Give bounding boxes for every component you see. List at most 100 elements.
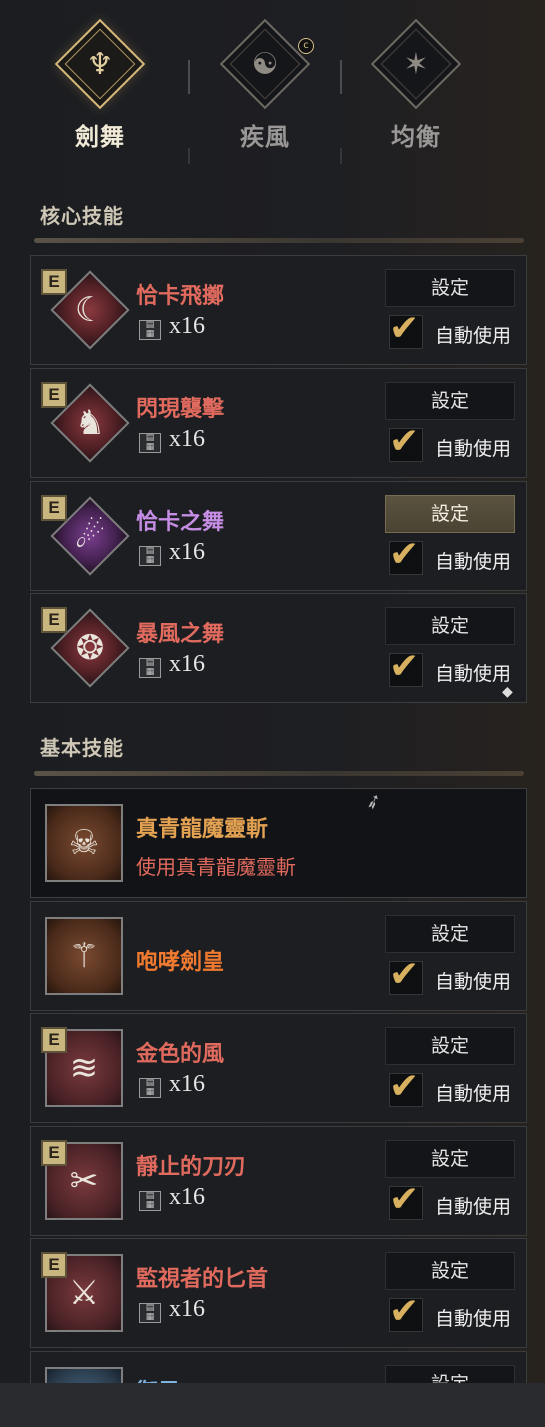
auto-use-label: 自動使用 xyxy=(435,663,512,685)
tab-label: 疾風 xyxy=(240,123,290,151)
item-count-icon: ▤ ▦ xyxy=(139,1191,161,1211)
skill-card: ≋ E 金色的風 ▤ ▦ x16 設定 ✔ 自動使用 xyxy=(30,1013,527,1123)
skill-name: 監視者的匕首 xyxy=(136,1267,269,1292)
skill-card: ⚔ E 監視者的匕首 ▤ ▦ x16 設定 ✔ 自動使用 xyxy=(30,1238,527,1348)
checkmark-icon: ✔ xyxy=(389,1179,420,1220)
skill-card: ☠ 真青龍魔靈斬 使用真青龍魔靈斬 ➶ xyxy=(30,786,527,898)
set-button[interactable]: 設定 xyxy=(385,1252,515,1290)
set-button[interactable]: 設定 xyxy=(385,269,515,307)
equip-badge: E xyxy=(41,495,67,521)
set-button[interactable]: 設定 xyxy=(385,382,515,420)
emblem-glyph: ☯ xyxy=(251,47,279,82)
panel-bottom-bar xyxy=(0,1383,545,1427)
set-button[interactable]: 設定 xyxy=(385,1027,515,1065)
item-count-icon: ▤ ▦ xyxy=(139,433,161,453)
count-value: x16 xyxy=(169,313,205,339)
skill-name: 恰卡飛擲 xyxy=(136,284,225,309)
feather-icon: ➶ xyxy=(361,786,386,816)
skill-name: 恰卡之舞 xyxy=(136,510,225,535)
skill-name: 咆哮劍皇 xyxy=(136,950,225,975)
section-divider xyxy=(34,238,524,243)
section-title-basic: 基本技能 xyxy=(40,736,124,760)
item-count-icon: ▤ ▦ xyxy=(139,546,161,566)
set-button[interactable]: 設定 xyxy=(385,915,515,953)
skill-icon[interactable] xyxy=(45,1367,123,1383)
auto-use-toggle[interactable]: ✔ 自動使用 xyxy=(389,1292,523,1334)
roaring-sword-icon: ⚚ xyxy=(68,936,100,976)
equip-badge: E xyxy=(41,269,67,295)
skill-icon[interactable]: ☠ xyxy=(45,804,123,882)
skill-frame xyxy=(45,1367,123,1383)
skill-card: 御風 設定 xyxy=(30,1351,527,1383)
tab-divider xyxy=(188,60,190,94)
auto-use-toggle[interactable]: ✔ 自動使用 xyxy=(389,422,523,464)
checkmark-icon: ✔ xyxy=(389,1291,420,1332)
checkmark-icon: ✔ xyxy=(389,954,420,995)
auto-use-toggle[interactable]: ✔ 自動使用 xyxy=(389,1180,523,1222)
section-title-core: 核心技能 xyxy=(40,204,124,228)
skill-name: 金色的風 xyxy=(136,1042,225,1067)
stance-tabs: ♆ 劍舞 ☯ 疾風 c ✶ 均衡 xyxy=(40,18,500,164)
auto-use-label: 自動使用 xyxy=(435,325,512,347)
emblem-glyph: ♆ xyxy=(86,47,114,82)
auto-use-toggle[interactable]: ✔ 自動使用 xyxy=(389,955,523,997)
auto-use-label: 自動使用 xyxy=(435,1308,512,1330)
item-count-icon: ▤ ▦ xyxy=(139,658,161,678)
tab-divider xyxy=(340,148,342,164)
item-count-icon: ▤ ▦ xyxy=(139,1078,161,1098)
count-value: x16 xyxy=(169,651,205,677)
tab-balance[interactable]: ✶ 均衡 xyxy=(356,18,476,160)
checkmark-icon: ✔ xyxy=(389,1066,420,1107)
auto-use-label: 自動使用 xyxy=(435,438,512,460)
auto-use-toggle[interactable]: ✔ 自動使用 xyxy=(389,309,523,351)
auto-use-label: 自動使用 xyxy=(435,971,512,993)
count-value: x16 xyxy=(169,426,205,452)
skill-settings-panel: ♆ 劍舞 ☯ 疾風 c ✶ 均衡 核心技能 ☾ E 恰卡飛擲 ▤ ▦ x16 設… xyxy=(0,0,545,1383)
stance-marker-icon: c xyxy=(298,38,314,54)
skill-card: ⚚ 咆哮劍皇 設定 ✔ 自動使用 xyxy=(30,901,527,1011)
equip-badge: E xyxy=(41,382,67,408)
equip-badge: E xyxy=(41,1140,67,1166)
hand-cursor-icon: ◆ xyxy=(502,684,513,700)
skill-name: 暴風之舞 xyxy=(136,622,225,647)
skill-subtitle: 使用真青龍魔靈斬 xyxy=(136,855,296,879)
skill-name: 御風 xyxy=(136,1374,180,1383)
item-count-icon: ▤ ▦ xyxy=(139,320,161,340)
set-button[interactable]: 設定 xyxy=(385,607,515,645)
tab-divider xyxy=(340,60,342,94)
checkmark-icon: ✔ xyxy=(389,308,420,349)
equip-badge: E xyxy=(41,607,67,633)
set-button[interactable]: 設定 xyxy=(385,495,515,533)
skill-name: 靜止的刀刃 xyxy=(136,1155,247,1180)
tab-label: 均衡 xyxy=(391,123,441,151)
tab-label: 劍舞 xyxy=(75,123,125,151)
set-button[interactable]: 設定 xyxy=(385,1140,515,1178)
auto-use-label: 自動使用 xyxy=(435,1083,512,1105)
emblem-glyph: ✶ xyxy=(403,47,429,82)
count-value: x16 xyxy=(169,539,205,565)
skill-name: 真青龍魔靈斬 xyxy=(136,817,269,842)
tab-sword-dance[interactable]: ♆ 劍舞 xyxy=(40,18,160,160)
skill-card: ☾ E 恰卡飛擲 ▤ ▦ x16 設定 ✔ 自動使用 xyxy=(30,255,527,365)
skill-card: ☄ E 恰卡之舞 ▤ ▦ x16 設定 ✔ 自動使用 xyxy=(30,481,527,591)
count-value: x16 xyxy=(169,1296,205,1322)
azure-dragon-slash-icon: ☠ xyxy=(68,823,100,863)
equip-badge: E xyxy=(41,1252,67,1278)
skill-icon[interactable]: ⚚ xyxy=(45,917,123,995)
auto-use-toggle[interactable]: ✔ 自動使用 xyxy=(389,1067,523,1109)
skill-card: ❂ E 暴風之舞 ▤ ▦ x16 設定 ✔ 自動使用 ◆ xyxy=(30,593,527,703)
auto-use-label: 自動使用 xyxy=(435,1196,512,1218)
skill-card: ♞ E 閃現襲擊 ▤ ▦ x16 設定 ✔ 自動使用 xyxy=(30,368,527,478)
skill-name: 閃現襲擊 xyxy=(136,397,225,422)
set-button[interactable]: 設定 xyxy=(385,1365,515,1383)
checkmark-icon: ✔ xyxy=(389,534,420,575)
checkmark-icon: ✔ xyxy=(389,421,420,462)
auto-use-label: 自動使用 xyxy=(435,551,512,573)
auto-use-toggle[interactable]: ✔ 自動使用 xyxy=(389,535,523,577)
section-divider xyxy=(34,771,524,776)
count-value: x16 xyxy=(169,1184,205,1210)
tab-divider xyxy=(188,148,190,164)
equip-badge: E xyxy=(41,1027,67,1053)
checkmark-icon: ✔ xyxy=(389,646,420,687)
count-value: x16 xyxy=(169,1071,205,1097)
